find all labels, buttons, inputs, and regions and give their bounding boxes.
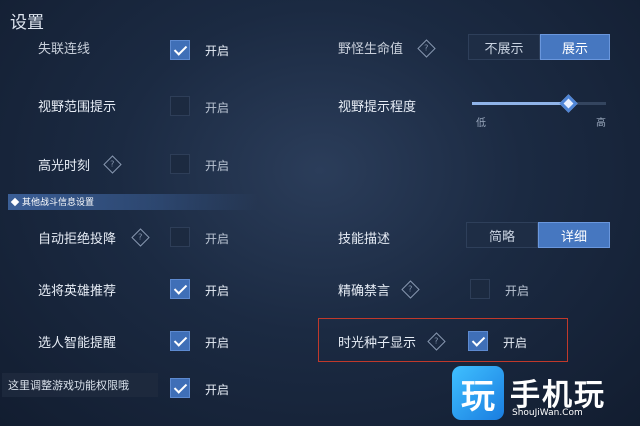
vision-range-state: 开启 [205,101,230,115]
hero-recommend-label: 选将英雄推荐 [38,284,117,299]
watermark-url: ShouJiWan.Com [512,408,583,418]
vision-hint-level-label: 视野提示程度 [338,100,417,115]
tooltip: 这里调整游戏功能权限哦 [2,373,158,397]
section-title: 其他战斗信息设置 [22,198,95,208]
slider-min-label: 低 [476,118,486,129]
smart-pick-reminder-label: 选人智能提醒 [38,336,117,351]
auto-reject-surrender-checkbox[interactable] [170,227,190,247]
watermark-logo: 玩 [452,366,504,420]
highlight-moment-checkbox[interactable] [170,154,190,174]
help-icon[interactable]: ? [417,39,436,58]
precise-ban-checkbox[interactable] [470,279,490,299]
vision-hint-slider-thumb[interactable] [559,94,579,113]
monster-hp-option-hide[interactable]: 不展示 [468,34,540,60]
highlight-moment-state: 开启 [205,159,230,173]
smart-pick-reminder-state: 开启 [205,336,230,350]
vision-range-checkbox[interactable] [170,96,190,116]
skill-desc-option-brief[interactable]: 简略 [466,222,538,248]
monster-hp-option-show[interactable]: 展示 [540,34,610,60]
help-icon[interactable]: ? [131,228,150,247]
precise-ban-state: 开启 [505,284,530,298]
slider-max-label: 高 [596,118,606,129]
bottom-checkbox[interactable] [170,378,190,398]
help-icon[interactable]: ? [103,155,122,174]
skill-desc-option-detail[interactable]: 详细 [538,222,610,248]
vision-hint-slider-fill [472,102,569,105]
highlight-moment-label: 高光时刻 [38,159,91,174]
precise-ban-label: 精确禁言 [338,284,391,299]
smart-pick-reminder-checkbox[interactable] [170,331,190,351]
time-seed-checkbox[interactable] [468,331,488,351]
hero-recommend-checkbox[interactable] [170,279,190,299]
monster-hp-label: 野怪生命值 [338,42,404,57]
disconnect-reconnect-state: 开启 [205,44,230,58]
auto-reject-surrender-label: 自动拒绝投降 [38,232,117,247]
skill-description-label: 技能描述 [338,232,391,247]
auto-reject-surrender-state: 开启 [205,232,230,246]
disconnect-reconnect-checkbox[interactable] [170,40,190,60]
hero-recommend-state: 开启 [205,284,230,298]
time-seed-label: 时光种子显示 [338,336,417,351]
help-icon[interactable]: ? [401,280,420,299]
time-seed-state: 开启 [503,336,528,350]
disconnect-reconnect-label: 失联连线 [38,42,91,57]
page-title: 设置 [10,13,44,33]
bottom-state: 开启 [205,383,230,397]
vision-range-label: 视野范围提示 [38,100,117,115]
